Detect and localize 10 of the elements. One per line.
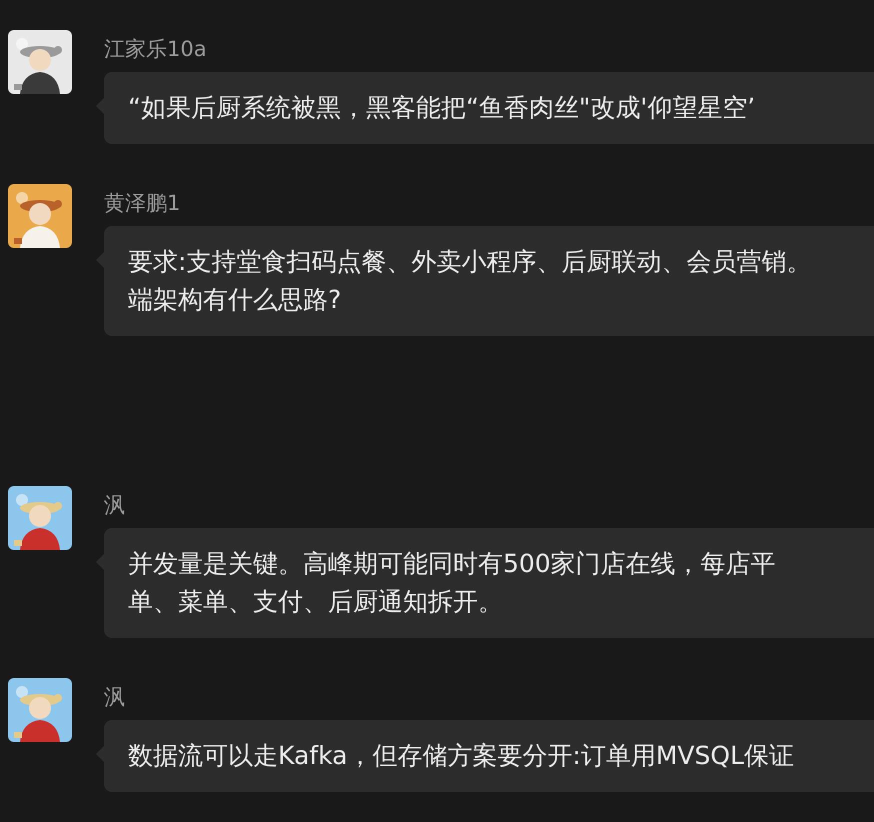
sender-name: 沨 — [104, 684, 125, 710]
sender-name: 黄泽鹏1 — [104, 190, 180, 216]
sender-name: 江家乐10a — [104, 36, 207, 62]
message-text: 并发量是关键。高峰期可能同时有500家门店在线，每店平 — [128, 548, 776, 580]
message-text: 要求:支持堂食扫码点餐、外卖小程序、后厨联动、会员营销。 — [128, 246, 812, 278]
message-text: 端架构有什么思路? — [128, 284, 342, 316]
message-text: 数据流可以走Kafka，但存储方案要分开:订单用MVSQL保证 — [128, 740, 794, 772]
message-text: “如果后厨系统被黑，黑客能把“鱼香肉丝"改成'仰望星空’ — [128, 92, 756, 124]
message-text: 单、菜单、支付、后厨通知拆开。 — [128, 586, 503, 618]
sender-name: 沨 — [104, 492, 125, 518]
